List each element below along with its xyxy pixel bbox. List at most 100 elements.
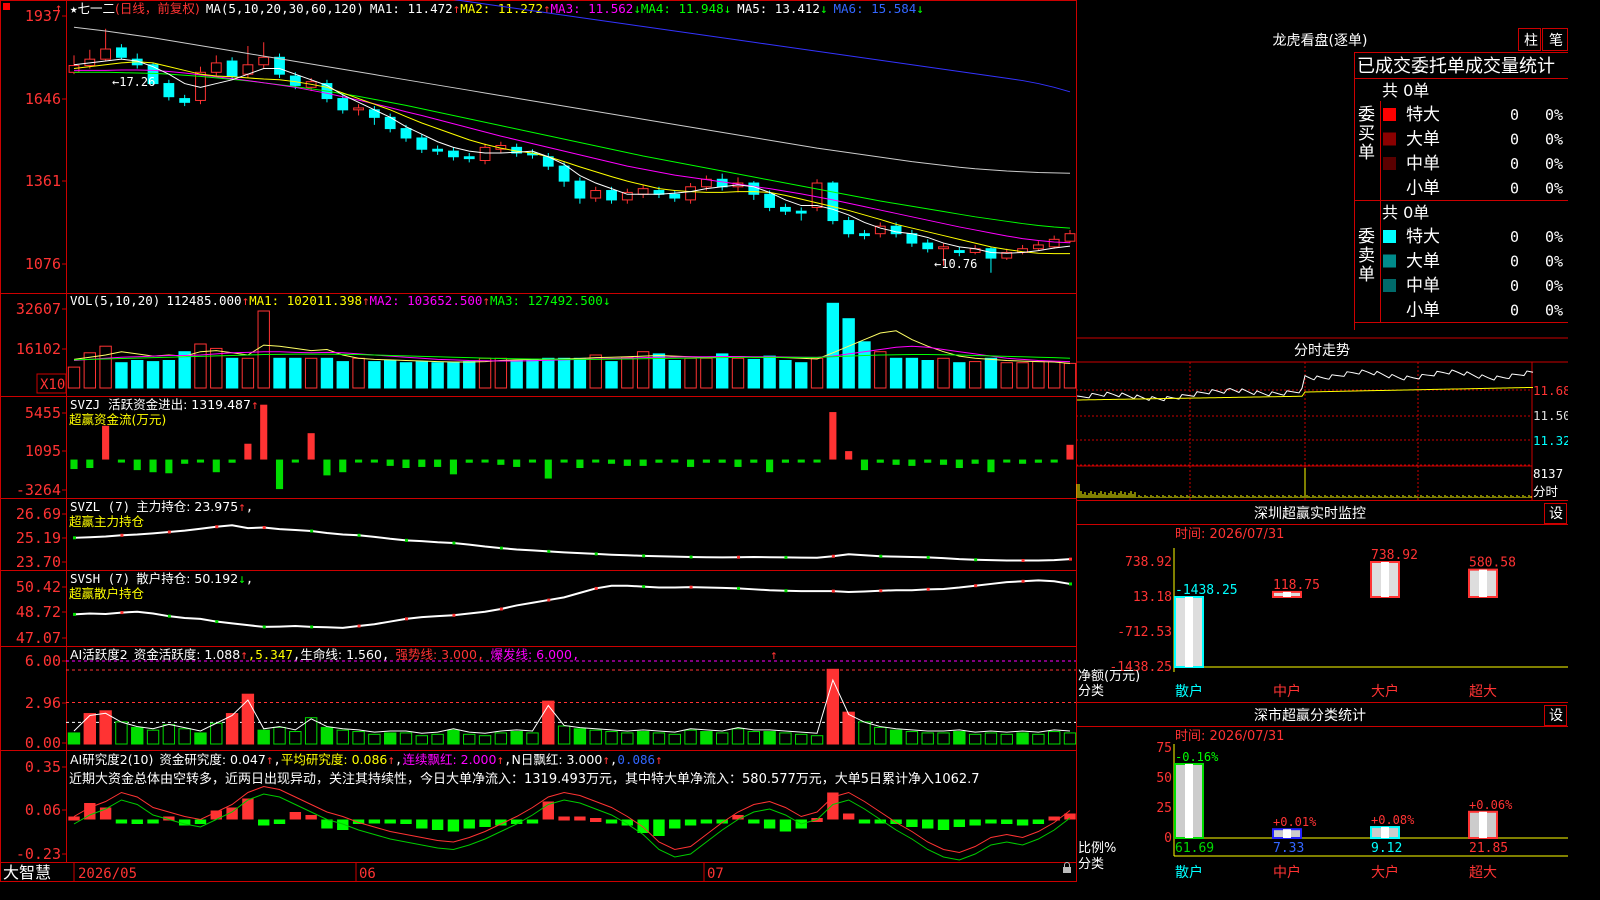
holding-dot <box>784 589 788 593</box>
volume-bar <box>573 357 587 389</box>
holding-dot <box>879 554 883 558</box>
ai-res-axis-label-1: 0.06 <box>25 801 61 819</box>
outflow-bar <box>750 459 758 463</box>
svzl-name: SVZL (7) <box>70 499 130 514</box>
inflow-bar <box>845 451 853 460</box>
volume-pane[interactable] <box>67 302 1077 389</box>
volume-bar <box>747 358 761 389</box>
candle-down <box>859 233 870 237</box>
buy-total: 共 0单 <box>1382 81 1429 100</box>
activity-bar <box>115 721 128 745</box>
activity-bar <box>415 735 429 745</box>
holding-line <box>73 524 1071 562</box>
dragon-tabs[interactable]: 已成交委托单成交量统计 <box>1357 56 1555 77</box>
outflow-bar <box>291 459 299 463</box>
holding-dot <box>262 625 266 629</box>
holding-dot <box>547 549 551 553</box>
ma20-line <box>74 69 1071 244</box>
volume-bar <box>99 345 112 389</box>
main-axis-label-2: 1361 <box>25 172 61 190</box>
svzl-pane[interactable] <box>73 524 1072 563</box>
sz-monitor-settings-button[interactable]: 设 <box>1549 506 1563 522</box>
volume-bar <box>463 361 476 389</box>
sz-class-ratio-label: 61.69 <box>1175 841 1214 856</box>
candle-down <box>432 148 444 152</box>
activity-bar <box>889 729 903 745</box>
svsh-subtitle: 超赢散户持仓 <box>69 586 145 601</box>
sz-class-settings-button[interactable]: 设 <box>1549 708 1563 724</box>
outflow-bar <box>955 459 963 469</box>
activity-bar <box>289 731 302 745</box>
vol-value: 112485.000 <box>166 293 241 308</box>
brand-logo[interactable]: 大智慧 <box>3 863 51 882</box>
research-bar-down <box>273 819 286 824</box>
candlestick-pane[interactable] <box>68 0 1076 273</box>
holding-dot <box>215 620 219 624</box>
intraday-chart[interactable] <box>1076 362 1534 500</box>
ai-res-comment: 近期大资金总体由空转多，近两日出现异动，关注其持续性，今日大单净流入：1319.… <box>69 771 980 787</box>
outflow-bar <box>718 459 726 463</box>
sz-class-ratio-label: 9.12 <box>1371 841 1402 856</box>
ma30-line <box>74 71 1071 229</box>
sz-class-change-label: +0.01% <box>1273 815 1317 829</box>
sell-title-char: 单 <box>1358 265 1375 285</box>
high-marker: ←17.26 <box>112 75 155 89</box>
activity-bar <box>763 731 776 745</box>
red-square-icon[interactable] <box>3 3 10 10</box>
outflow-bar <box>149 459 157 473</box>
research-bar-down <box>653 819 665 836</box>
order-type-label: 中单 <box>1406 276 1440 296</box>
holding-dot <box>1021 579 1025 583</box>
volume-bar <box>921 360 934 389</box>
activity-bar <box>510 731 523 745</box>
vol-ma1: MA1: 102011.398 <box>249 293 362 308</box>
sz-monitor-y-title: 净额(万元) <box>1078 669 1140 684</box>
activity-bar <box>937 732 950 745</box>
sz-monitor-bar-highlight <box>1479 569 1487 598</box>
candle-down <box>669 193 681 199</box>
volume-bar <box>257 310 270 389</box>
activity-bar <box>842 711 855 745</box>
volume-bar <box>700 357 713 389</box>
activity-bar <box>858 721 871 745</box>
activity-bar <box>700 731 713 745</box>
candle-down <box>574 180 586 199</box>
volume-bar <box>763 355 776 389</box>
research-bar-down <box>416 819 428 829</box>
holding-dot <box>167 530 171 534</box>
order-count: 0 <box>1510 302 1519 320</box>
sz-monitor-axis-label: 738.92 <box>1125 555 1172 570</box>
ma3-value: MA3: 11.562 <box>551 1 634 16</box>
svzj-subtitle: 超赢资金流(万元) <box>69 412 166 427</box>
btn-tick[interactable]: 笔 <box>1549 33 1563 49</box>
order-type-label: 大单 <box>1406 252 1440 272</box>
svzj-pane[interactable] <box>70 404 1074 490</box>
svzj-header: SVZJ 活跃资金进出: 1319.487↑, <box>70 397 266 412</box>
ai-act-axis-label-2: 0.00 <box>25 734 61 752</box>
svzj-title: 活跃资金进出: 1319.487 <box>108 397 251 412</box>
order-color-swatch <box>1383 108 1396 121</box>
ai-res-header: AI研究度2(10) 资金研究度: 0.047↑,平均研究度: 0.086↑,连续… <box>70 752 663 767</box>
candle-up <box>258 56 270 66</box>
btn-column[interactable]: 柱 <box>1524 33 1538 49</box>
ai-activity-pane[interactable] <box>66 660 1077 745</box>
outflow-bar <box>560 459 568 463</box>
order-type-label: 中单 <box>1406 154 1440 174</box>
sz-class-category: 中户 <box>1273 864 1301 881</box>
candle-up <box>100 48 112 60</box>
volume-bar <box>557 357 571 389</box>
sz-class-chart[interactable]: 75 50 25 0 -0.16% 61.69 散户 +0.01% 7.33 中户 +0.08% 9.… <box>1156 741 1568 881</box>
sz-monitor-chart[interactable]: 738.9213.18-712.53-1438.25-1438.25散户118.… <box>1109 548 1568 700</box>
activity-bar <box>67 732 81 745</box>
order-percent: 0% <box>1545 155 1563 173</box>
svsh-pane[interactable] <box>73 579 1072 629</box>
ai-research-pane[interactable] <box>68 785 1076 861</box>
lock-icon[interactable] <box>1063 867 1071 873</box>
activity-bar <box>905 731 919 745</box>
candle-up <box>479 146 491 162</box>
volume-bar <box>589 354 602 389</box>
activity-bar <box>399 732 413 745</box>
research-bar-down <box>985 819 997 824</box>
research-bar-down <box>937 819 950 830</box>
research-bar-down <box>953 819 966 827</box>
